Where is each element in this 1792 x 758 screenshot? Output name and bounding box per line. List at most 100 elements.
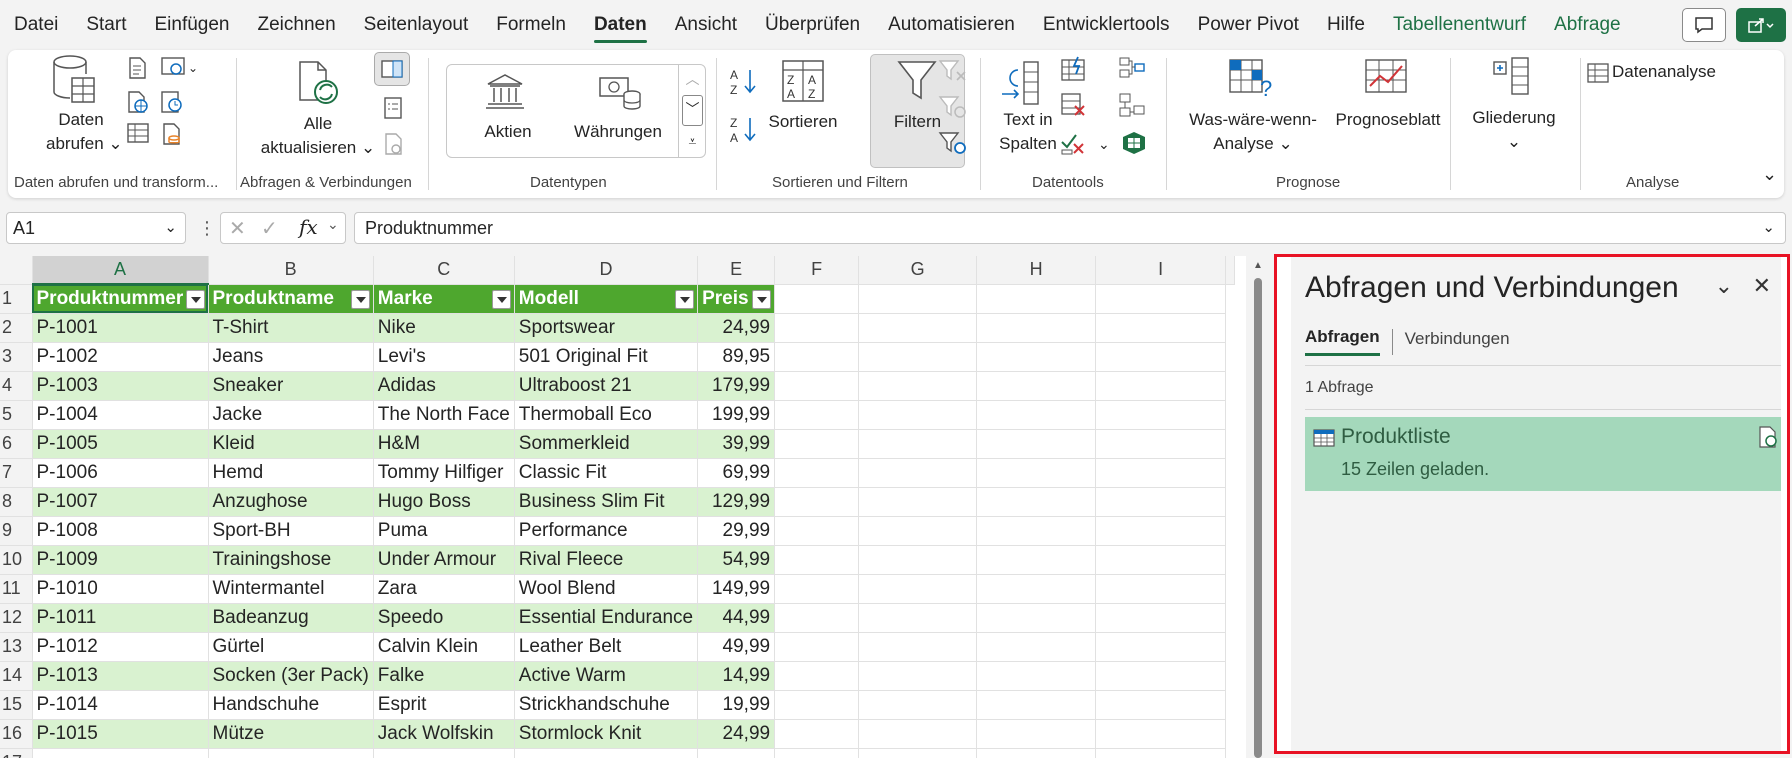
get-data-button[interactable]: Daten abrufen ⌄ [46,108,123,156]
table-cell[interactable]: Jacke [208,400,374,430]
table-cell[interactable]: 501 Original Fit [514,342,699,372]
empty-cell[interactable] [858,458,978,488]
empty-cell[interactable] [1095,458,1227,488]
close-icon[interactable]: ✕ [1753,273,1771,299]
sort-button[interactable]: Sortieren [768,110,838,134]
empty-cell[interactable] [774,516,860,546]
table-cell[interactable]: Jeans [208,342,374,372]
menu-tab-abfrage[interactable]: Abfrage [1540,0,1635,50]
table-cell[interactable]: Speedo [373,603,515,633]
remove-duplicates-icon[interactable] [1060,92,1088,118]
outline-button[interactable]: Gliederung ⌄ [1462,106,1566,154]
empty-cell[interactable] [976,545,1097,575]
table-cell[interactable]: Adidas [373,371,515,401]
column-header-e[interactable]: E [697,256,776,285]
existing-connections-icon[interactable] [160,122,184,146]
row-header[interactable]: 12 [0,603,33,633]
chevron-down-icon[interactable]: ⌄ [188,56,198,80]
filter-dropdown-icon[interactable] [185,290,205,309]
empty-cell[interactable] [858,284,978,314]
empty-cell[interactable] [976,574,1097,604]
table-cell[interactable]: P-1005 [32,429,209,459]
empty-cell[interactable] [774,284,860,314]
table-cell[interactable]: 179,99 [697,371,776,401]
table-cell[interactable]: Sportswear [514,313,699,343]
row-header[interactable]: 5 [0,400,33,430]
empty-cell[interactable] [858,574,978,604]
tab-connections[interactable]: Verbindungen [1405,329,1510,355]
empty-cell[interactable] [1095,603,1227,633]
sort-ascending-icon[interactable]: AZ [728,66,758,98]
scroll-up-icon[interactable]: ︿ [679,64,706,95]
empty-cell[interactable] [1095,284,1227,314]
empty-cell[interactable] [774,748,860,758]
chevron-down-icon[interactable]: ⌄ [327,216,339,233]
select-all-corner[interactable] [0,256,33,285]
more-options-icon[interactable]: ⋮ [198,212,216,244]
table-cell[interactable]: Zara [373,574,515,604]
from-web-icon[interactable] [126,90,150,114]
table-cell[interactable]: Essential Endurance [514,603,699,633]
filter-dropdown-icon[interactable] [752,289,772,309]
empty-cell[interactable] [774,690,860,720]
table-cell[interactable]: Under Armour [373,545,515,575]
empty-cell[interactable] [976,719,1097,749]
table-cell[interactable]: Puma [373,516,515,546]
worksheet-grid[interactable]: ABCDEFGHI 1 Produktnummer Produktname Marke… [0,256,1246,758]
table-cell[interactable]: 19,99 [697,690,776,720]
table-cell[interactable]: Anzughose [208,487,374,517]
table-cell[interactable]: Nike [373,313,515,343]
empty-cell[interactable] [1095,313,1227,343]
empty-cell[interactable] [774,574,860,604]
consolidate-icon[interactable] [1118,56,1146,82]
pane-options-chevron-icon[interactable]: ⌄ [1715,273,1733,299]
empty-cell[interactable] [976,487,1097,517]
table-cell[interactable]: P-1001 [32,313,209,343]
table-cell[interactable]: Business Slim Fit [514,487,699,517]
empty-cell[interactable] [32,748,209,758]
table-cell[interactable]: Hemd [208,458,374,488]
scroll-up-arrow-icon[interactable]: ▲ [1252,260,1264,271]
table-cell[interactable]: Sneaker [208,371,374,401]
table-cell[interactable]: P-1004 [32,400,209,430]
empty-cell[interactable] [1095,719,1227,749]
empty-cell[interactable] [774,400,860,430]
table-cell[interactable]: Leather Belt [514,632,699,662]
empty-cell[interactable] [976,748,1097,758]
scrollbar-thumb[interactable] [1254,278,1262,758]
table-header-cell[interactable]: Produktname [208,284,374,314]
scroll-down-icon[interactable]: ﹀ [682,95,703,126]
sort-descending-icon[interactable]: ZA [728,114,758,146]
ribbon-collapse-icon[interactable]: ⌄ [1762,162,1777,186]
comments-button[interactable] [1682,8,1726,42]
column-header-b[interactable]: B [208,256,374,285]
table-cell[interactable]: Classic Fit [514,458,699,488]
empty-cell[interactable] [774,342,860,372]
row-header[interactable]: 17 [0,748,33,758]
empty-cell[interactable] [1095,429,1227,459]
properties-icon[interactable] [382,96,404,120]
table-cell[interactable]: Calvin Klein [373,632,515,662]
recent-sources-icon[interactable] [160,90,184,114]
empty-cell[interactable] [976,371,1097,401]
enter-icon[interactable]: ✓ [261,216,278,241]
table-cell[interactable]: 39,99 [697,429,776,459]
row-header[interactable]: 13 [0,632,33,662]
row-header[interactable]: 11 [0,574,33,604]
table-cell[interactable]: Performance [514,516,699,546]
table-cell[interactable]: 29,99 [697,516,776,546]
tab-queries[interactable]: Abfragen [1305,327,1380,356]
empty-cell[interactable] [976,690,1097,720]
empty-cell[interactable] [976,342,1097,372]
table-cell[interactable]: Esprit [373,690,515,720]
empty-cell[interactable] [976,400,1097,430]
empty-cell[interactable] [858,429,978,459]
table-cell[interactable]: T-Shirt [208,313,374,343]
table-cell[interactable]: P-1015 [32,719,209,749]
empty-cell[interactable] [774,719,860,749]
table-cell[interactable]: 44,99 [697,603,776,633]
table-cell[interactable]: Hugo Boss [373,487,515,517]
table-cell[interactable]: Mütze [208,719,374,749]
refresh-query-icon[interactable] [1757,425,1779,449]
table-cell[interactable]: P-1007 [32,487,209,517]
